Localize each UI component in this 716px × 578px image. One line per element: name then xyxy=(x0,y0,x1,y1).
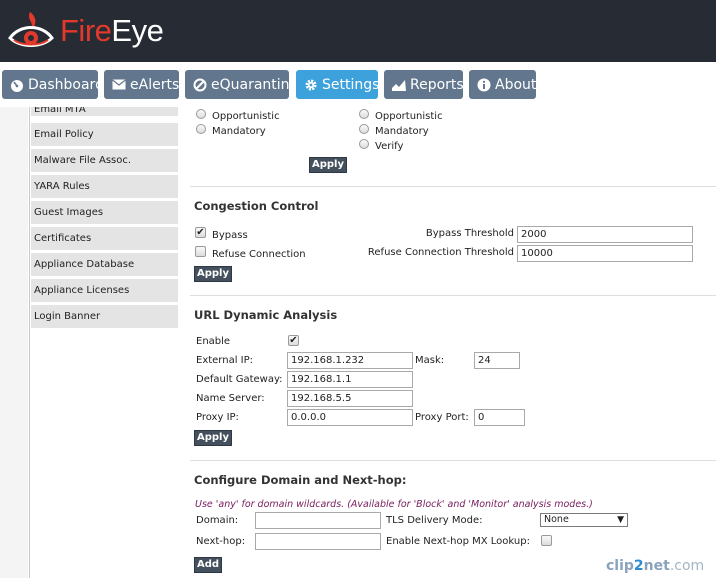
area-chart-icon xyxy=(392,79,406,91)
sidebar-item-email-policy[interactable]: Email Policy xyxy=(31,123,178,146)
nav-reports[interactable]: Reports xyxy=(384,70,464,99)
name-server-label: Name Server: xyxy=(196,393,265,404)
nav-about-label: About xyxy=(495,76,537,93)
watermark-part-net: net xyxy=(643,558,670,574)
enable-label: Enable xyxy=(196,336,231,347)
tls-left-label-opportunistic: Opportunistic xyxy=(212,111,280,122)
watermark-part-2: 2 xyxy=(633,558,644,574)
tls-left-label-mandatory: Mandatory xyxy=(212,126,266,137)
name-server-input[interactable]: 192.168.5.5 xyxy=(287,390,413,407)
watermark-part-com: .com xyxy=(669,558,705,574)
add-domain-button[interactable]: Add xyxy=(194,557,223,573)
proxy-ip-label: Proxy IP: xyxy=(196,412,239,423)
nav-dashboard-label: Dashboard xyxy=(28,76,104,93)
sidebar-item-malware-file-assoc[interactable]: Malware File Assoc. xyxy=(31,149,178,172)
section-divider xyxy=(190,186,716,187)
mx-lookup-label: Enable Next-hop MX Lookup: xyxy=(386,536,530,547)
proxy-port-input[interactable]: 0 xyxy=(474,409,525,426)
bypass-threshold-input[interactable]: 2000 xyxy=(517,226,693,243)
nav-dashboard[interactable]: Dashboard xyxy=(2,70,104,99)
nav-equarantine-label: eQuarantine xyxy=(211,76,299,93)
eye-flame-icon xyxy=(8,12,54,47)
domain-label: Domain: xyxy=(196,515,239,526)
next-hop-label: Next-hop: xyxy=(196,536,246,547)
enable-checkbox[interactable]: ✔ xyxy=(288,335,299,346)
default-gateway-input[interactable]: 192.168.1.1 xyxy=(287,371,413,388)
info-icon xyxy=(477,78,491,91)
section-divider xyxy=(190,295,716,296)
sidebar-item-login-banner[interactable]: Login Banner xyxy=(31,305,178,328)
refuse-threshold-input[interactable]: 10000 xyxy=(517,245,693,262)
nav-equarantine[interactable]: eQuarantine xyxy=(185,70,298,99)
sidebar-divider xyxy=(29,107,30,578)
mask-label: Mask: xyxy=(415,355,445,366)
refuse-connection-label: Refuse Connection xyxy=(212,249,306,260)
default-gateway-label: Default Gateway: xyxy=(196,374,283,385)
sidebar-item-yara-rules[interactable]: YARA Rules xyxy=(31,175,178,198)
url-analysis-title: URL Dynamic Analysis xyxy=(194,308,338,322)
tls-right-radio-mandatory[interactable] xyxy=(359,124,369,134)
envelope-icon xyxy=(112,79,126,90)
tls-right-radio-opportunistic[interactable] xyxy=(359,109,369,119)
tls-right-label-verify: Verify xyxy=(375,141,404,152)
tls-right-radio-verify[interactable] xyxy=(359,139,369,149)
logo-wordmark: FireEye xyxy=(60,13,164,49)
logo-eye-text: Eye xyxy=(111,13,164,48)
congestion-apply-button[interactable]: Apply xyxy=(194,266,233,282)
dropdown-arrow-icon: ▼ xyxy=(617,515,624,525)
proxy-ip-input[interactable]: 0.0.0.0 xyxy=(287,409,413,426)
logo-fire-text: Fire xyxy=(60,13,112,48)
domain-section-title: Configure Domain and Next-hop: xyxy=(194,473,407,487)
sidebar-item-certificates[interactable]: Certificates xyxy=(31,227,178,250)
sidebar-item-email-mta[interactable]: Email MTA xyxy=(31,107,178,116)
tls-delivery-mode-value: None xyxy=(544,514,569,525)
tls-right-label-opportunistic: Opportunistic xyxy=(375,111,443,122)
block-icon xyxy=(193,78,207,91)
mask-input[interactable]: 24 xyxy=(474,352,520,369)
refuse-threshold-label: Refuse Connection Threshold xyxy=(367,247,514,258)
nav-about[interactable]: About xyxy=(469,70,536,99)
main-nav: Dashboard eAlerts eQuarantine Settings R… xyxy=(0,62,716,107)
bypass-checkbox[interactable]: ✔ xyxy=(195,227,206,238)
nav-settings-label: Settings xyxy=(322,76,380,93)
refuse-connection-checkbox[interactable] xyxy=(195,246,206,257)
gear-icon xyxy=(305,79,317,90)
congestion-title: Congestion Control xyxy=(194,199,319,213)
watermark-part-clip: clip xyxy=(606,558,634,574)
tls-delivery-mode-select[interactable]: None ▼ xyxy=(540,513,628,527)
domain-input[interactable] xyxy=(255,512,381,529)
top-bar: FireEye xyxy=(0,0,716,62)
mx-lookup-checkbox[interactable] xyxy=(541,535,552,546)
clip2net-watermark: clip2net.com xyxy=(606,558,704,574)
external-ip-label: External IP: xyxy=(196,355,254,366)
nav-ealerts[interactable]: eAlerts xyxy=(104,70,179,99)
sidebar-gutter xyxy=(0,107,28,578)
tls-delivery-mode-label: TLS Delivery Mode: xyxy=(386,515,483,526)
gauge-icon xyxy=(11,79,23,92)
nav-ealerts-label: eAlerts xyxy=(130,76,180,93)
tls-right-label-mandatory: Mandatory xyxy=(375,126,429,137)
tls-left-radio-opportunistic[interactable] xyxy=(196,109,206,119)
fireeye-logo[interactable]: FireEye xyxy=(8,2,164,60)
proxy-port-label: Proxy Port: xyxy=(415,412,469,423)
bypass-threshold-label: Bypass Threshold xyxy=(425,228,514,239)
nav-settings[interactable]: Settings xyxy=(296,70,380,99)
tls-left-radio-mandatory[interactable] xyxy=(196,124,206,134)
section-divider xyxy=(190,460,716,461)
tls-apply-button[interactable]: Apply xyxy=(309,157,348,173)
sidebar-item-appliance-database[interactable]: Appliance Database xyxy=(31,253,178,276)
next-hop-input[interactable] xyxy=(255,533,381,550)
sidebar-item-appliance-licenses[interactable]: Appliance Licenses xyxy=(31,279,178,302)
bypass-label: Bypass xyxy=(212,230,248,241)
external-ip-input[interactable]: 192.168.1.232 xyxy=(287,352,413,369)
url-analysis-apply-button[interactable]: Apply xyxy=(194,430,233,446)
nav-reports-label: Reports xyxy=(410,76,464,93)
domain-wildcard-note: Use 'any' for domain wildcards. (Availab… xyxy=(195,499,593,510)
sidebar-item-guest-images[interactable]: Guest Images xyxy=(31,201,178,224)
